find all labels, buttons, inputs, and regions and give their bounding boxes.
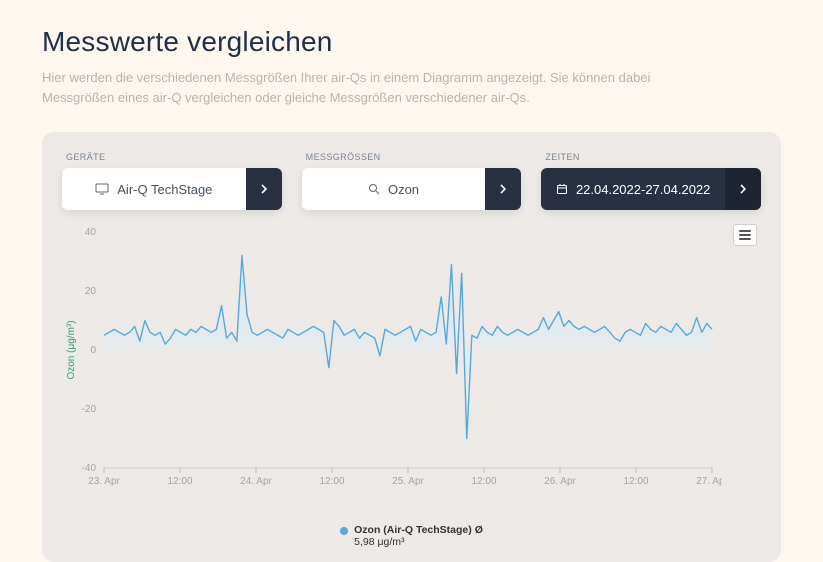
svg-text:12:00: 12:00	[319, 476, 344, 487]
calendar-icon	[556, 183, 568, 195]
svg-text:-20: -20	[82, 404, 97, 415]
svg-text:Ozon (μg/m³): Ozon (μg/m³)	[66, 321, 77, 380]
svg-text:23. Apr: 23. Apr	[88, 476, 120, 487]
selector-timerange-box[interactable]: 22.04.2022-27.04.2022	[541, 168, 761, 210]
selector-metrics-value: Ozon	[388, 182, 419, 197]
legend-marker-icon	[340, 527, 348, 535]
selector-devices: GERÄTE Air-Q TechStage	[62, 152, 282, 210]
svg-text:12:00: 12:00	[623, 476, 648, 487]
chevron-right-icon	[261, 184, 267, 194]
selector-devices-label: GERÄTE	[66, 152, 282, 162]
svg-text:12:00: 12:00	[471, 476, 496, 487]
selector-devices-value: Air-Q TechStage	[117, 182, 212, 197]
chevron-right-icon	[740, 184, 746, 194]
chart-area: -40 -20 0 20 40 Ozon (μg/m³) 23. Apr 12:00 24. A…	[62, 218, 761, 528]
selector-metrics: MESSGRÖSSEN Ozon	[302, 152, 522, 210]
selector-timerange-button[interactable]	[725, 168, 761, 210]
page-title: Messwerte vergleichen	[42, 26, 781, 58]
chevron-right-icon	[500, 184, 506, 194]
svg-text:25. Apr: 25. Apr	[392, 476, 424, 487]
selector-timerange-value: 22.04.2022-27.04.2022	[576, 182, 710, 197]
device-icon	[95, 183, 109, 195]
chart-menu-button[interactable]	[733, 224, 757, 246]
svg-text:26. Apr: 26. Apr	[544, 476, 576, 487]
chart-card: GERÄTE Air-Q TechStage MESSGRÖSSEN	[42, 132, 781, 562]
selector-metrics-label: MESSGRÖSSEN	[306, 152, 522, 162]
selector-timerange: ZEITEN 22.04.2022-27.04.2022	[541, 152, 761, 210]
selector-metrics-box[interactable]: Ozon	[302, 168, 522, 210]
svg-text:24. Apr: 24. Apr	[240, 476, 272, 487]
selector-devices-box[interactable]: Air-Q TechStage	[62, 168, 282, 210]
svg-text:0: 0	[90, 345, 96, 356]
selector-devices-button[interactable]	[246, 168, 282, 210]
page-subtitle: Hier werden die verschiedenen Messgrößen…	[42, 68, 682, 108]
selector-timerange-label: ZEITEN	[545, 152, 761, 162]
svg-text:20: 20	[85, 286, 97, 297]
ozone-line-chart: -40 -20 0 20 40 Ozon (μg/m³) 23. Apr 12:00 24. A…	[62, 218, 722, 498]
svg-text:-40: -40	[82, 463, 97, 474]
svg-text:12:00: 12:00	[167, 476, 192, 487]
legend-avg-value: 5,98 μg/m³	[354, 536, 404, 548]
svg-text:40: 40	[85, 227, 97, 238]
selector-metrics-button[interactable]	[485, 168, 521, 210]
search-icon	[368, 183, 380, 195]
svg-text:27. Apr: 27. Apr	[696, 476, 722, 487]
